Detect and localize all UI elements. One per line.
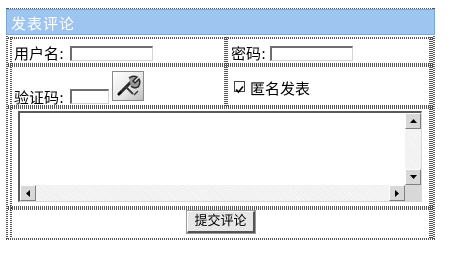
horizontal-scrollbar[interactable] (20, 185, 405, 201)
row-divider (8, 208, 433, 210)
cell-divider (10, 107, 12, 208)
comment-textarea[interactable] (18, 111, 422, 202)
scroll-up-button[interactable] (405, 113, 421, 129)
check-icon (235, 85, 244, 94)
arrow-up-icon (409, 119, 417, 123)
cell-divider (226, 37, 228, 107)
form-title: 发表评论 (11, 15, 76, 33)
row-divider (8, 37, 433, 39)
arrow-left-icon (26, 189, 30, 197)
vertical-scrollbar[interactable] (405, 113, 421, 185)
cell-divider (431, 37, 433, 238)
username-label: 用户名: (14, 45, 65, 63)
scroll-down-button[interactable] (405, 169, 421, 185)
cell-divider (10, 37, 12, 65)
cell-divider (10, 65, 12, 107)
captcha-refresh-icon[interactable] (112, 71, 144, 101)
scroll-right-button[interactable] (389, 185, 405, 201)
scroll-left-button[interactable] (20, 185, 36, 201)
wrench-icon (117, 75, 141, 96)
scrollbar-corner (405, 185, 421, 201)
password-label: 密码: (231, 45, 267, 63)
anonymous-label: 匿名发表 (250, 80, 311, 98)
arrow-right-icon (395, 189, 399, 197)
anonymous-checkbox[interactable] (234, 81, 245, 94)
password-input[interactable] (270, 46, 353, 61)
cell-divider (10, 208, 12, 238)
arrow-down-icon (409, 175, 417, 179)
form-border-bottom (6, 238, 435, 240)
row-divider (8, 107, 433, 109)
form-border-right (433, 8, 435, 240)
submit-comment-button[interactable]: 提交评论 (186, 210, 256, 234)
captcha-label: 验证码: (14, 89, 65, 107)
form-header: 发表评论 (6, 9, 435, 35)
username-input[interactable] (70, 46, 153, 61)
row-divider (8, 65, 433, 67)
captcha-input[interactable] (70, 89, 109, 104)
